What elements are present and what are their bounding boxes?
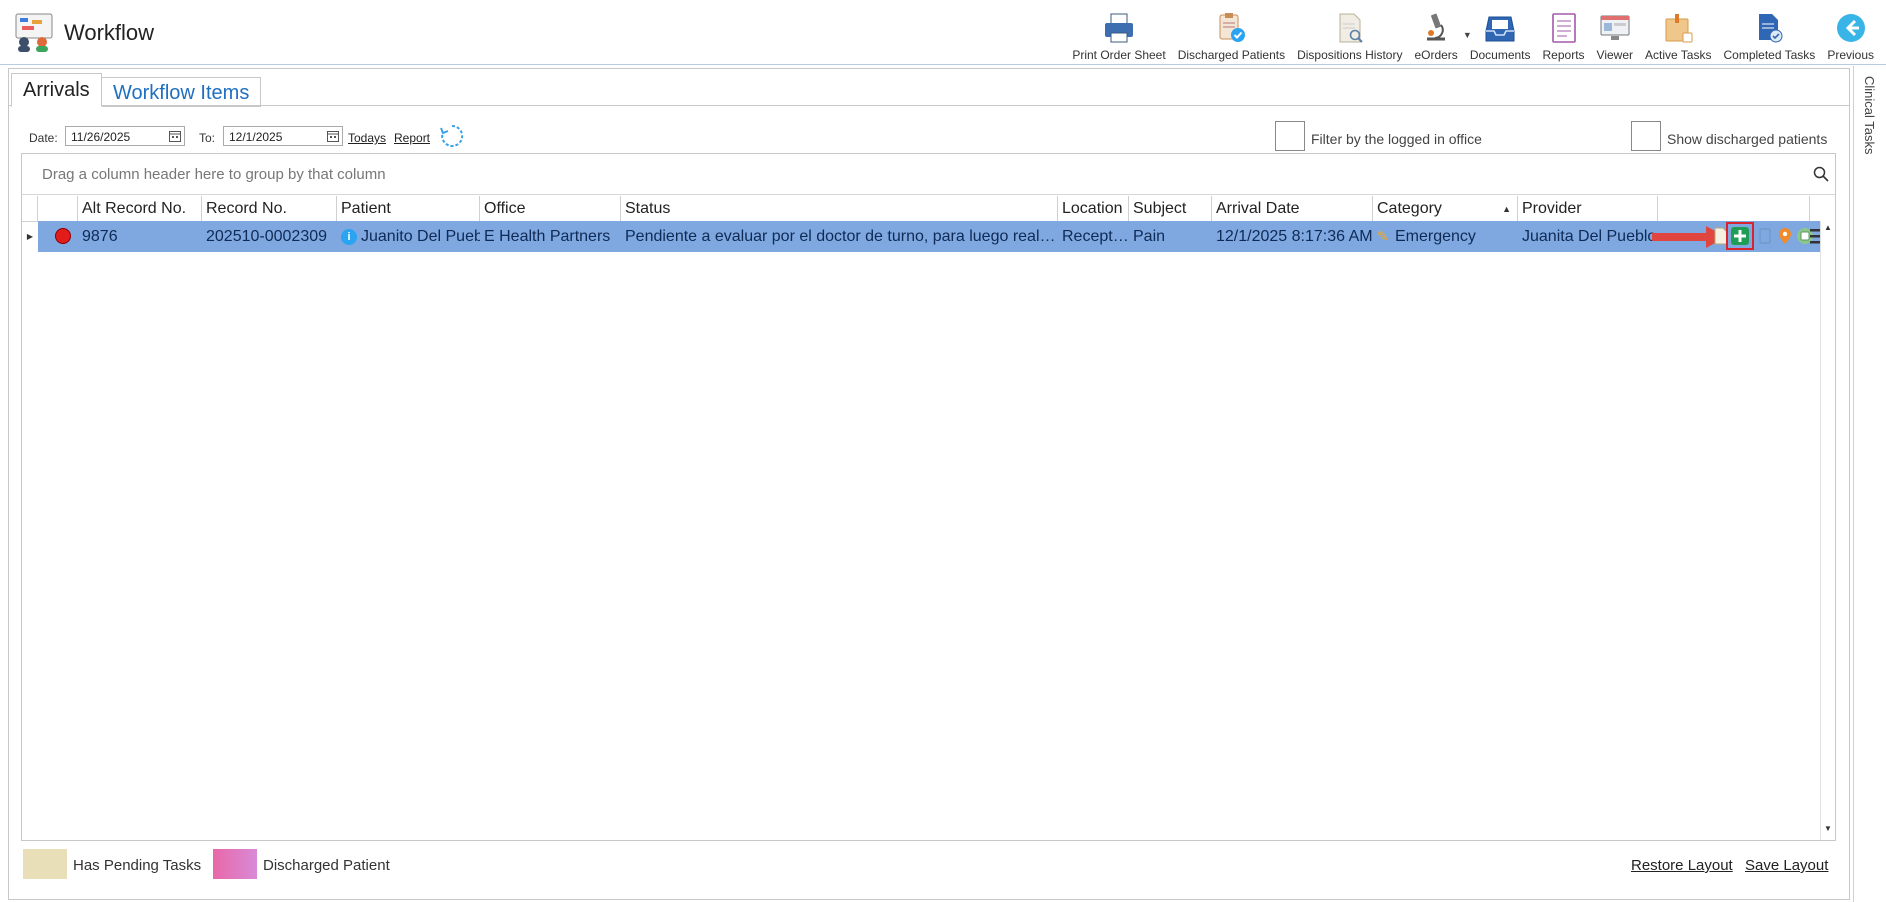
main-panel: Arrivals Workflow Items Date: 11/26/2025…	[8, 68, 1850, 900]
header-patient[interactable]: Patient	[337, 196, 480, 221]
copy-icon[interactable]	[1756, 227, 1774, 245]
header-location[interactable]: Location	[1058, 196, 1129, 221]
scroll-up-icon[interactable]: ▲	[1821, 223, 1835, 237]
microscope-icon	[1427, 13, 1446, 41]
filter-office-label: Filter by the logged in office	[1311, 131, 1482, 147]
group-hint: Drag a column header here to group by th…	[42, 166, 386, 183]
search-icon[interactable]	[1813, 166, 1829, 182]
clinical-tasks-side-tab[interactable]: Clinical Tasks	[1853, 66, 1886, 902]
table-row[interactable]: ▶ 9876 202510-0002309 iJuanito Del Puebl…	[22, 221, 1835, 252]
active-tasks-button[interactable]: Active Tasks	[1639, 6, 1717, 62]
info-icon[interactable]: i	[341, 228, 357, 245]
tab-arrivals[interactable]: Arrivals	[11, 73, 102, 107]
report-list-icon	[1551, 13, 1576, 43]
from-date-field[interactable]: 11/26/2025	[65, 126, 185, 146]
cell-patient[interactable]: iJuanito Del Pueblo	[337, 221, 480, 252]
reports-button[interactable]: Reports	[1537, 6, 1591, 62]
header-bar: Workflow Print Order Sheet Discharged Pa…	[0, 0, 1886, 65]
print-order-sheet-button[interactable]: Print Order Sheet	[1066, 6, 1171, 62]
discharged-patients-button[interactable]: Discharged Patients	[1172, 6, 1291, 62]
eorders-button[interactable]: eOrders ▼	[1408, 6, 1472, 62]
to-date-field[interactable]: 12/1/2025	[223, 126, 343, 146]
app-title: Workflow	[64, 20, 155, 45]
previous-button[interactable]: Previous	[1821, 6, 1880, 62]
column-header-row: Alt Record No. Record No. Patient Office…	[22, 196, 1835, 222]
dispositions-history-button[interactable]: Dispositions History	[1291, 6, 1408, 62]
pending-tasks-label: Has Pending Tasks	[73, 857, 202, 874]
arrivals-grid: Drag a column header here to group by th…	[21, 153, 1836, 841]
tab-strip: Arrivals Workflow Items	[9, 69, 1849, 107]
row-actions	[1652, 221, 1830, 252]
cell-subject[interactable]: Pain	[1129, 221, 1212, 252]
clinical-tasks-label: Clinical Tasks	[1862, 76, 1877, 155]
documents-button[interactable]: Documents	[1464, 6, 1537, 62]
header-status[interactable]: Status	[621, 196, 1058, 221]
to-label: To:	[199, 131, 216, 145]
discharged-patient-swatch	[213, 849, 257, 879]
row-expand-icon[interactable]: ▶	[22, 221, 38, 252]
red-status-dot-icon	[55, 228, 71, 244]
cell-record[interactable]: 202510-0002309	[202, 221, 337, 252]
printer-icon	[1105, 13, 1133, 43]
inbox-tray-icon	[1485, 16, 1515, 42]
filter-bar: Date: 11/26/2025 To: 12/1/2025 Todays Re…	[29, 121, 1829, 151]
header-provider[interactable]: Provider	[1518, 196, 1658, 221]
show-discharged-label: Show discharged patients	[1667, 131, 1828, 147]
scroll-down-icon[interactable]: ▼	[1821, 824, 1835, 838]
report-link[interactable]: Report	[394, 131, 430, 145]
task-box-icon	[1665, 14, 1693, 43]
back-arrow-icon	[1836, 14, 1865, 42]
app-window: Workflow Print Order Sheet Discharged Pa…	[0, 0, 1886, 902]
grid-footer: Has Pending Tasks Discharged Patient Res…	[21, 847, 1834, 887]
cell-office[interactable]: E Health Partners	[480, 221, 621, 252]
cell-provider[interactable]: Juanita Del Pueblo	[1518, 221, 1658, 252]
header-expander	[22, 196, 38, 221]
header-record[interactable]: Record No.	[202, 196, 337, 221]
cell-status[interactable]: Pendiente a evaluar por el doctor de tur…	[621, 221, 1058, 252]
sort-ascending-icon: ▲	[1502, 204, 1511, 214]
header-alt-record[interactable]: Alt Record No.	[78, 196, 202, 221]
completed-doc-icon	[1759, 14, 1783, 43]
vertical-scrollbar[interactable]: ▲ ▼	[1820, 221, 1835, 840]
cell-location[interactable]: Reception	[1058, 221, 1129, 252]
restore-layout-link[interactable]: Restore Layout	[1631, 857, 1733, 874]
tab-divider	[9, 105, 1849, 106]
refresh-icon[interactable]	[439, 123, 465, 149]
location-pin-icon[interactable]	[1776, 227, 1794, 245]
pencil-icon: ✎	[1377, 228, 1389, 244]
filter-office-checkbox[interactable]	[1275, 121, 1305, 151]
calendar-icon[interactable]	[169, 130, 181, 142]
header-arrival-date[interactable]: Arrival Date	[1212, 196, 1373, 221]
header-actions	[1658, 196, 1810, 221]
header-indicator[interactable]	[38, 196, 78, 221]
calendar-icon[interactable]	[327, 130, 339, 142]
cell-category[interactable]: ✎ Emergency	[1373, 221, 1518, 252]
group-by-panel[interactable]: Drag a column header here to group by th…	[22, 154, 1835, 195]
save-layout-link[interactable]: Save Layout	[1745, 857, 1828, 874]
document-search-icon	[1339, 13, 1363, 43]
main-toolbar: Print Order Sheet Discharged Patients Di…	[1066, 4, 1880, 62]
header-subject[interactable]: Subject	[1129, 196, 1212, 221]
cell-arrival-date[interactable]: 12/1/2025 8:17:36 AM	[1212, 221, 1373, 252]
show-discharged-checkbox[interactable]	[1631, 121, 1661, 151]
header-category[interactable]: Category ▲	[1373, 196, 1518, 221]
viewer-button[interactable]: Viewer	[1591, 6, 1639, 62]
completed-tasks-button[interactable]: Completed Tasks	[1717, 6, 1821, 62]
monitor-icon	[1600, 15, 1630, 40]
tab-workflow-items[interactable]: Workflow Items	[101, 77, 262, 107]
date-label: Date:	[29, 131, 58, 145]
workflow-logo-icon	[15, 13, 53, 52]
status-indicator-cell	[38, 221, 78, 252]
discharged-patient-label: Discharged Patient	[263, 857, 390, 874]
todays-link[interactable]: Todays	[348, 131, 386, 145]
header-office[interactable]: Office	[480, 196, 621, 221]
cell-alt-record[interactable]: 9876	[78, 221, 202, 252]
pending-tasks-swatch	[23, 849, 67, 879]
add-task-icon[interactable]	[1731, 227, 1749, 245]
discharged-clipboard-icon	[1219, 13, 1246, 42]
